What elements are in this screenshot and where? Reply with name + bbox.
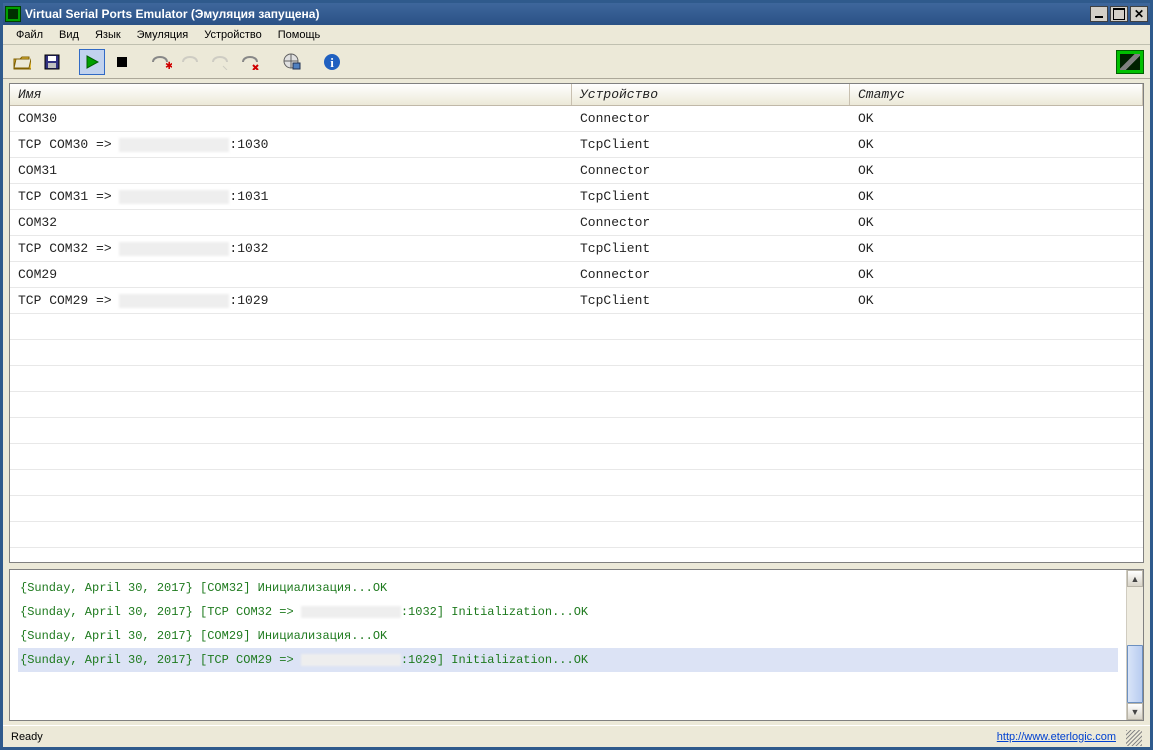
title-bar: Virtual Serial Ports Emulator (Эмуляция … <box>3 3 1150 25</box>
log-line[interactable]: {Sunday, April 30, 2017} [TCP COM32 => :… <box>18 600 1118 624</box>
cell-device: Connector <box>572 211 850 234</box>
log-scrollbar[interactable]: ▲ ▼ <box>1126 570 1143 720</box>
cell-device: Connector <box>572 159 850 182</box>
cell-status: OK <box>850 263 1143 286</box>
cell-device: TcpClient <box>572 289 850 312</box>
cell-device: Connector <box>572 107 850 130</box>
vendor-link[interactable]: http://www.eterlogic.com <box>997 731 1116 743</box>
cell-status: OK <box>850 289 1143 312</box>
table-row-empty <box>10 444 1143 470</box>
cell-name: TCP COM29 => :1029 <box>10 289 572 312</box>
open-button[interactable] <box>9 49 35 75</box>
vendor-logo <box>1116 50 1144 74</box>
play-icon <box>85 55 99 69</box>
stop-button[interactable] <box>109 49 135 75</box>
window-title: Virtual Serial Ports Emulator (Эмуляция … <box>25 7 1090 21</box>
device-add-icon: ✱ <box>152 54 172 70</box>
resize-grip[interactable] <box>1126 730 1142 746</box>
table-row-empty <box>10 392 1143 418</box>
start-button[interactable] <box>79 49 105 75</box>
about-button[interactable]: i <box>319 49 345 75</box>
table-row[interactable]: TCP COM30 => :1030TcpClientOK <box>10 132 1143 158</box>
device-table: Имя Устройство Cmamyc COM30ConnectorOKTC… <box>9 83 1144 563</box>
close-button[interactable]: ✕ <box>1130 6 1148 22</box>
log-panel: {Sunday, April 30, 2017} [COM32] Инициал… <box>9 569 1144 721</box>
menu-file[interactable]: Файл <box>9 27 50 43</box>
status-bar: Ready http://www.eterlogic.com <box>3 725 1150 747</box>
table-row[interactable]: COM30ConnectorOK <box>10 106 1143 132</box>
table-row-empty <box>10 470 1143 496</box>
cell-status: OK <box>850 133 1143 156</box>
globe-icon <box>283 53 301 71</box>
window-buttons: ✕ <box>1090 6 1148 22</box>
device-disabled1-button <box>179 49 205 75</box>
menu-view[interactable]: Вид <box>52 27 86 43</box>
scroll-up-button[interactable]: ▲ <box>1127 570 1143 587</box>
log-line[interactable]: {Sunday, April 30, 2017} [TCP COM29 => :… <box>18 648 1118 672</box>
cell-status: OK <box>850 107 1143 130</box>
cell-device: TcpClient <box>572 237 850 260</box>
device-delete-icon <box>242 54 262 70</box>
cell-status: OK <box>850 211 1143 234</box>
scroll-thumb[interactable] <box>1127 645 1143 703</box>
save-button[interactable] <box>39 49 65 75</box>
add-device-button[interactable]: ✱ <box>149 49 175 75</box>
log-line[interactable]: {Sunday, April 30, 2017} [COM29] Инициал… <box>18 624 1118 648</box>
table-row-empty <box>10 418 1143 444</box>
cell-name: COM32 <box>10 211 572 234</box>
scroll-down-button[interactable]: ▼ <box>1127 703 1143 720</box>
table-row[interactable]: COM32ConnectorOK <box>10 210 1143 236</box>
cell-name: COM31 <box>10 159 572 182</box>
stop-icon <box>116 56 128 68</box>
svg-text:✱: ✱ <box>165 61 172 70</box>
cell-device: Connector <box>572 263 850 286</box>
table-row-empty <box>10 522 1143 548</box>
cell-status: OK <box>850 185 1143 208</box>
log-line[interactable]: {Sunday, April 30, 2017} [COM32] Инициал… <box>18 576 1118 600</box>
save-icon <box>44 54 60 70</box>
menu-help[interactable]: Помощь <box>271 27 328 43</box>
menu-bar: Файл Вид Язык Эмуляция Устройство Помощь <box>3 25 1150 45</box>
folder-open-icon <box>13 54 31 70</box>
app-icon <box>5 6 21 22</box>
delete-device-button[interactable] <box>239 49 265 75</box>
col-device[interactable]: Устройство <box>572 84 850 105</box>
device-dim2-icon <box>212 54 232 70</box>
table-row-empty <box>10 366 1143 392</box>
table-row[interactable]: TCP COM32 => :1032TcpClientOK <box>10 236 1143 262</box>
device-disabled2-button <box>209 49 235 75</box>
svg-text:i: i <box>330 55 334 70</box>
maximize-button[interactable] <box>1110 6 1128 22</box>
device-dim-icon <box>182 54 202 70</box>
cell-name: COM29 <box>10 263 572 286</box>
cell-name: TCP COM32 => :1032 <box>10 237 572 260</box>
cell-status: OK <box>850 237 1143 260</box>
cell-name: TCP COM30 => :1030 <box>10 133 572 156</box>
menu-device[interactable]: Устройство <box>197 27 269 43</box>
col-name[interactable]: Имя <box>10 84 572 105</box>
cell-device: TcpClient <box>572 185 850 208</box>
status-text: Ready <box>11 731 43 743</box>
table-row[interactable]: COM31ConnectorOK <box>10 158 1143 184</box>
network-button[interactable] <box>279 49 305 75</box>
minimize-button[interactable] <box>1090 6 1108 22</box>
cell-device: TcpClient <box>572 133 850 156</box>
cell-name: TCP COM31 => :1031 <box>10 185 572 208</box>
table-header: Имя Устройство Cmamyc <box>10 84 1143 106</box>
table-row[interactable]: TCP COM31 => :1031TcpClientOK <box>10 184 1143 210</box>
cell-status: OK <box>850 159 1143 182</box>
menu-emulation[interactable]: Эмуляция <box>130 27 196 43</box>
menu-language[interactable]: Язык <box>88 27 128 43</box>
table-row[interactable]: TCP COM29 => :1029TcpClientOK <box>10 288 1143 314</box>
table-row-empty <box>10 340 1143 366</box>
col-status[interactable]: Cmamyc <box>850 84 1143 105</box>
table-row-empty <box>10 496 1143 522</box>
table-row[interactable]: COM29ConnectorOK <box>10 262 1143 288</box>
toolbar: ✱ i <box>3 45 1150 79</box>
cell-name: COM30 <box>10 107 572 130</box>
table-row-empty <box>10 314 1143 340</box>
info-icon: i <box>323 53 341 71</box>
